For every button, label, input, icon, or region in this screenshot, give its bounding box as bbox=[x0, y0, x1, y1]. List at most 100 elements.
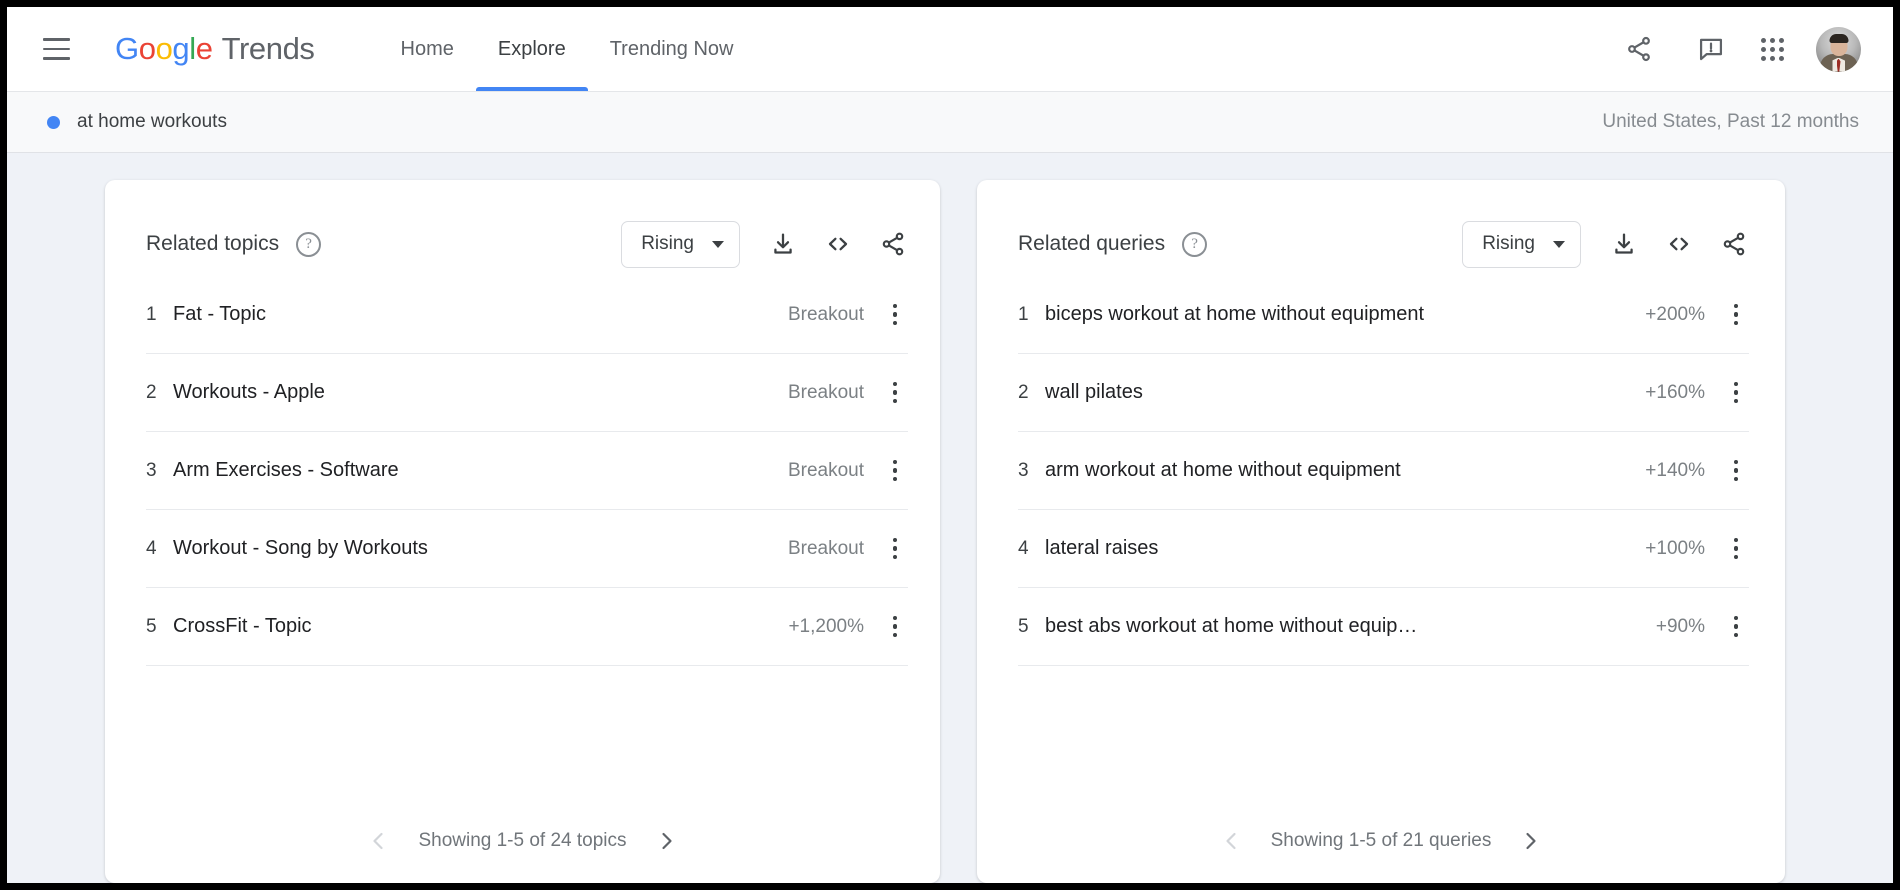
logo-letter: g bbox=[172, 31, 189, 66]
share-icon[interactable] bbox=[1616, 26, 1662, 72]
table-row[interactable]: 4 lateral raises +100% bbox=[1018, 510, 1749, 588]
apps-grid-dot bbox=[1770, 38, 1775, 43]
row-more-options-icon[interactable] bbox=[1723, 534, 1749, 564]
nav-tab-home[interactable]: Home bbox=[379, 7, 476, 91]
row-more-options-icon[interactable] bbox=[1723, 378, 1749, 408]
table-row[interactable]: 2 Workouts - Apple Breakout bbox=[146, 354, 908, 432]
next-page-button[interactable] bbox=[1515, 826, 1545, 856]
help-icon[interactable]: ? bbox=[296, 232, 321, 257]
table-row[interactable]: 5 best abs workout at home without equip… bbox=[1018, 588, 1749, 666]
help-icon[interactable]: ? bbox=[1182, 232, 1207, 257]
row-more-options-icon[interactable] bbox=[882, 456, 908, 486]
row-name: Workout - Song by Workouts bbox=[173, 537, 788, 560]
apps-grid-dot bbox=[1770, 47, 1775, 52]
nav-tab-trending-now[interactable]: Trending Now bbox=[588, 7, 756, 91]
pagination-topics: Showing 1-5 of 24 topics bbox=[105, 799, 940, 883]
row-name: CrossFit - Topic bbox=[173, 615, 788, 638]
row-value: Breakout bbox=[788, 382, 864, 404]
row-value: +100% bbox=[1645, 538, 1705, 560]
apps-grid-dot bbox=[1779, 56, 1784, 61]
row-name: lateral raises bbox=[1045, 537, 1645, 560]
download-icon[interactable] bbox=[768, 229, 798, 259]
row-more-options-icon[interactable] bbox=[1723, 300, 1749, 330]
search-term-chip[interactable]: at home workouts bbox=[47, 111, 227, 133]
row-value: +1,200% bbox=[788, 616, 864, 638]
row-name: wall pilates bbox=[1045, 381, 1645, 404]
related-topics-list: 1 Fat - Topic Breakout 2 Workouts - Appl… bbox=[105, 276, 940, 799]
apps-grid-dot bbox=[1761, 47, 1766, 52]
google-wordmark: Google bbox=[115, 31, 213, 67]
hamburger-menu-icon[interactable] bbox=[33, 26, 79, 72]
card-tools bbox=[768, 229, 908, 259]
apps-grid-dot bbox=[1779, 38, 1784, 43]
row-name: biceps workout at home without equipment bbox=[1045, 303, 1645, 326]
row-more-options-icon[interactable] bbox=[882, 378, 908, 408]
share-icon[interactable] bbox=[878, 229, 908, 259]
related-queries-card: Related queries ? Rising bbox=[977, 180, 1785, 883]
row-rank: 2 bbox=[146, 382, 173, 404]
row-more-options-icon[interactable] bbox=[882, 534, 908, 564]
nav-tab-label: Trending Now bbox=[610, 38, 734, 61]
chevron-down-icon bbox=[1553, 241, 1565, 248]
row-more-options-icon[interactable] bbox=[882, 612, 908, 642]
header-actions bbox=[1616, 26, 1861, 72]
hamburger-bar bbox=[43, 38, 70, 41]
table-row[interactable]: 2 wall pilates +160% bbox=[1018, 354, 1749, 432]
apps-grid-icon[interactable] bbox=[1760, 37, 1784, 61]
embed-code-icon[interactable] bbox=[1664, 229, 1694, 259]
next-page-button[interactable] bbox=[651, 826, 681, 856]
app-header: Google Trends Home Explore Trending Now bbox=[7, 7, 1893, 91]
google-trends-logo[interactable]: Google Trends bbox=[115, 31, 315, 67]
row-rank: 1 bbox=[146, 304, 173, 326]
embed-code-icon[interactable] bbox=[823, 229, 853, 259]
table-row[interactable]: 4 Workout - Song by Workouts Breakout bbox=[146, 510, 908, 588]
row-value: Breakout bbox=[788, 304, 864, 326]
table-row[interactable]: 1 Fat - Topic Breakout bbox=[146, 276, 908, 354]
row-value: +140% bbox=[1645, 460, 1705, 482]
row-name: arm workout at home without equipment bbox=[1045, 459, 1645, 482]
product-name: Trends bbox=[222, 31, 315, 67]
table-row[interactable]: 5 CrossFit - Topic +1,200% bbox=[146, 588, 908, 666]
row-more-options-icon[interactable] bbox=[1723, 612, 1749, 642]
logo-letter: o bbox=[139, 31, 156, 66]
logo-letter: o bbox=[156, 31, 173, 66]
nav-tab-label: Home bbox=[401, 38, 454, 61]
row-rank: 4 bbox=[146, 538, 173, 560]
related-topics-card: Related topics ? Rising bbox=[105, 180, 940, 883]
row-rank: 3 bbox=[1018, 460, 1045, 482]
table-row[interactable]: 3 Arm Exercises - Software Breakout bbox=[146, 432, 908, 510]
main-nav: Home Explore Trending Now bbox=[379, 7, 756, 91]
apps-grid-dot bbox=[1770, 56, 1775, 61]
query-bar: at home workouts United States, Past 12 … bbox=[7, 91, 1893, 153]
avatar[interactable] bbox=[1816, 27, 1861, 72]
related-queries-list: 1 biceps workout at home without equipme… bbox=[977, 276, 1785, 799]
row-value: Breakout bbox=[788, 538, 864, 560]
table-row[interactable]: 3 arm workout at home without equipment … bbox=[1018, 432, 1749, 510]
row-name: Workouts - Apple bbox=[173, 381, 788, 404]
card-tools bbox=[1609, 229, 1749, 259]
row-rank: 2 bbox=[1018, 382, 1045, 404]
share-icon[interactable] bbox=[1719, 229, 1749, 259]
chevron-down-icon bbox=[712, 241, 724, 248]
row-more-options-icon[interactable] bbox=[882, 300, 908, 330]
download-icon[interactable] bbox=[1609, 229, 1639, 259]
nav-tab-explore[interactable]: Explore bbox=[476, 7, 588, 91]
table-row[interactable]: 1 biceps workout at home without equipme… bbox=[1018, 276, 1749, 354]
row-rank: 1 bbox=[1018, 304, 1045, 326]
logo-letter: G bbox=[115, 31, 139, 66]
avatar-hair bbox=[1829, 34, 1848, 43]
row-more-options-icon[interactable] bbox=[1723, 456, 1749, 486]
sort-select-topics[interactable]: Rising bbox=[621, 221, 740, 268]
pagination-label: Showing 1-5 of 24 topics bbox=[418, 830, 626, 852]
sort-select-queries[interactable]: Rising bbox=[1462, 221, 1581, 268]
content-area: Related topics ? Rising bbox=[7, 153, 1893, 883]
row-name: Fat - Topic bbox=[173, 303, 788, 326]
search-term-label: at home workouts bbox=[77, 111, 227, 133]
row-rank: 5 bbox=[1018, 616, 1045, 638]
row-value: Breakout bbox=[788, 460, 864, 482]
prev-page-button[interactable] bbox=[364, 826, 394, 856]
row-value: +160% bbox=[1645, 382, 1705, 404]
feedback-icon[interactable] bbox=[1688, 26, 1734, 72]
prev-page-button[interactable] bbox=[1217, 826, 1247, 856]
query-scope-label[interactable]: United States, Past 12 months bbox=[1602, 111, 1859, 133]
